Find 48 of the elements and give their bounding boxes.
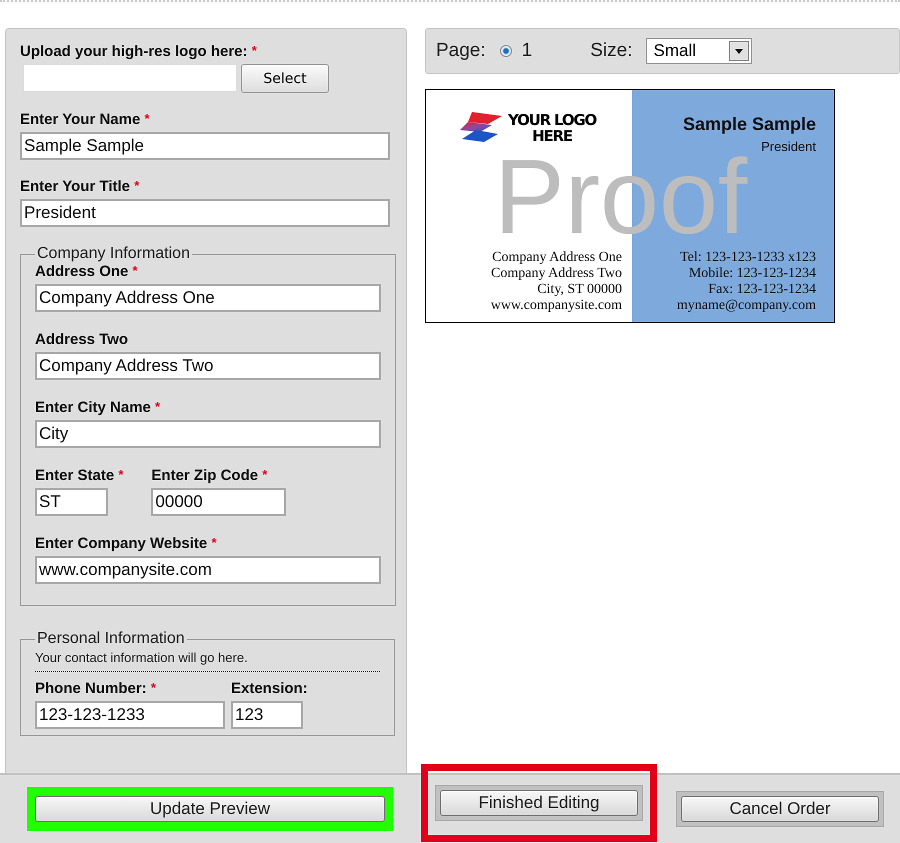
input-field[interactable]: President (20, 199, 390, 227)
fieldset-legend: Personal Information (35, 630, 187, 648)
required-mark: * (118, 467, 124, 482)
input-field[interactable]: 00000 (151, 488, 286, 516)
field-label: Address Two (35, 331, 130, 348)
required-mark: * (262, 467, 268, 482)
input-field[interactable]: Company Address One (35, 284, 381, 312)
file-field[interactable] (23, 64, 237, 92)
required-mark: * (132, 263, 138, 278)
field-label: Enter State * (35, 467, 124, 484)
input-field[interactable]: 123 (231, 701, 303, 729)
field-label: Extension: (231, 680, 308, 697)
field-label: Enter Zip Code * (151, 467, 268, 484)
field-label: Enter Company Website * (35, 535, 218, 552)
footer-button[interactable]: Cancel Order (681, 796, 879, 822)
size-label: Size: (590, 40, 632, 62)
input-field[interactable]: Sample Sample (20, 132, 390, 160)
required-mark: * (144, 111, 150, 126)
field-label: Address One * (35, 263, 139, 280)
logo-text: YOUR LOGO HERE (508, 112, 596, 144)
fieldset-legend: Company Information (35, 245, 192, 263)
size-dropdown[interactable]: Small (646, 38, 752, 64)
required-mark: * (252, 43, 257, 58)
footer-button[interactable]: Update Preview (35, 796, 385, 822)
note-text: Your contact information will go here. (35, 648, 380, 672)
required-mark: * (150, 680, 156, 695)
required-mark: * (211, 535, 216, 550)
field-label: Enter Your Name * (20, 111, 151, 128)
required-mark: * (155, 399, 160, 414)
field-label: Phone Number: * (35, 680, 157, 697)
address-text: Company Address One Company Address Two City, ST 00000 www.companysite.com (490, 250, 622, 314)
field-label: Upload your high-res logo here: * (20, 43, 258, 60)
input-field[interactable]: www.companysite.com (35, 556, 381, 584)
input-field[interactable]: 123-123-1233 (35, 701, 225, 729)
page-number: 1 (522, 40, 532, 62)
input-field[interactable]: ST (35, 488, 108, 516)
required-mark: * (134, 178, 140, 193)
input-field[interactable]: Company Address Two (35, 352, 381, 380)
field-label: Enter City Name * (35, 399, 162, 416)
card-name: Sample Sample (682, 114, 816, 135)
card-title: President (761, 139, 816, 154)
footer-button[interactable]: Finished Editing (440, 790, 638, 816)
select-button[interactable]: Select (241, 64, 329, 93)
page-label: Page: (436, 40, 486, 62)
contact-text: Tel: 123-123-1233 x123 Mobile: 123-123-1234 Fax: 123-123-1234 myname@company.com (676, 250, 816, 314)
input-field[interactable]: City (35, 420, 381, 448)
page-radio[interactable] (500, 45, 512, 57)
field-label: Enter Your Title * (20, 178, 140, 195)
